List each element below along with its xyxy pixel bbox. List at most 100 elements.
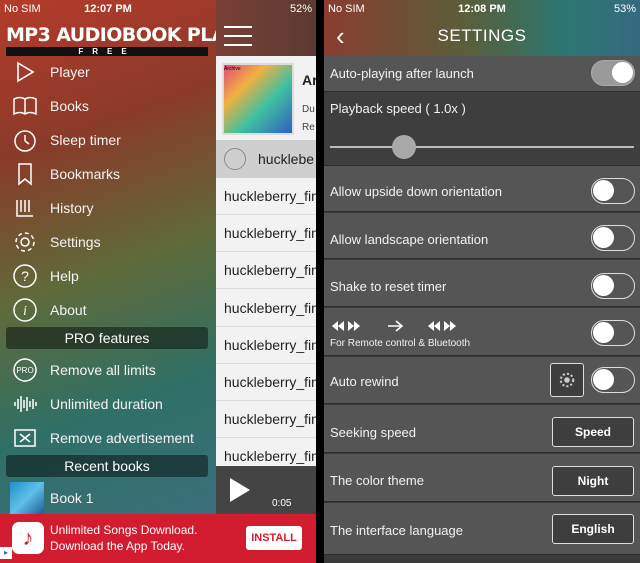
- setting-seeking-row: Seeking speed Speed: [324, 405, 640, 453]
- track-row[interactable]: huckleberry_fin: [216, 215, 316, 253]
- landscape-toggle[interactable]: [591, 225, 635, 251]
- menu-item-bookmarks[interactable]: Bookmarks: [8, 158, 208, 190]
- menu-item-label: Unlimited duration: [50, 396, 163, 412]
- app-logo-subtitle: FREE: [6, 47, 208, 56]
- interface-language-button[interactable]: English: [552, 514, 634, 544]
- setting-shake-row: Shake to reset timer: [324, 260, 640, 307]
- track-row[interactable]: huckleberry_fin: [216, 401, 316, 439]
- book-title: Ar: [302, 72, 316, 88]
- setting-label: Playback speed ( 1.0x ): [330, 101, 466, 116]
- speed-slider-track[interactable]: [330, 146, 634, 148]
- recent-book-item[interactable]: Book 1: [42, 482, 202, 514]
- menu-item-label: Remove all limits: [50, 362, 156, 378]
- music-app-icon: ♪: [12, 522, 44, 554]
- pro-features-header: PRO features: [6, 327, 208, 349]
- rewind-forward-arrow-icon: [332, 320, 456, 332]
- speed-slider-thumb[interactable]: [392, 135, 416, 159]
- setting-autoplay-row: Auto-playing after launch: [324, 56, 640, 92]
- app-logo-title: MP3 AUDIOBOOK PLAYER: [6, 24, 264, 46]
- setting-upside-down-row: Allow upside down orientation: [324, 166, 640, 212]
- page-title: SETTINGS: [437, 26, 527, 45]
- install-button[interactable]: INSTALL: [246, 526, 302, 550]
- setting-label: Seeking speed: [330, 425, 417, 440]
- timer-icon: [8, 126, 42, 154]
- setting-remote-row: For Remote control & Bluetooth: [324, 308, 640, 356]
- play-button-icon[interactable]: [230, 478, 250, 502]
- gear-icon: [8, 228, 42, 256]
- elapsed-time: 0:05: [272, 498, 292, 509]
- setting-label: The interface language: [330, 523, 463, 538]
- menu-item-label: Bookmarks: [50, 166, 121, 182]
- menu-item-history[interactable]: History: [8, 192, 208, 224]
- gear-icon: [559, 372, 575, 388]
- setting-auto-rewind-row: Auto rewind: [324, 357, 640, 404]
- right-phone-screen: No SIM 12:08 PM 53% ‹ SETTINGS Auto-play…: [324, 0, 640, 563]
- track-row[interactable]: huckleberry_fin: [216, 252, 316, 290]
- battery-label: 53%: [613, 3, 636, 15]
- svg-text:PRO: PRO: [16, 366, 33, 375]
- book-icon: [8, 92, 42, 120]
- mini-player: 0:05: [216, 466, 316, 514]
- play-icon: [8, 58, 42, 86]
- battery-label: 52%: [289, 3, 312, 15]
- setting-label: Allow landscape orientation: [330, 232, 489, 247]
- track-row[interactable]: huckleberry_fin: [216, 178, 316, 215]
- cover-tag: Archive: [224, 66, 241, 72]
- track-row[interactable]: huckleberry_fin: [216, 290, 316, 327]
- ad-line-1: Unlimited Songs Download.: [50, 523, 198, 537]
- svg-text:?: ?: [21, 268, 29, 284]
- info-icon: i: [8, 296, 42, 324]
- waveform-icon: [8, 390, 42, 418]
- remote-toggle[interactable]: [591, 320, 635, 346]
- book-track-list: 52% Archive Ar Du Re hucklebe huckleberr…: [216, 0, 316, 563]
- setting-label: Auto-playing after launch: [330, 66, 474, 81]
- menu-item-label: Help: [50, 268, 79, 284]
- menu-item-label: History: [50, 200, 94, 216]
- menu-item-label: Books: [50, 98, 89, 114]
- track-row[interactable]: huckleberry_fin: [216, 364, 316, 401]
- setting-label: Shake to reset timer: [330, 279, 447, 294]
- setting-landscape-row: Allow landscape orientation: [324, 213, 640, 259]
- setting-theme-row: The color theme Night: [324, 454, 640, 502]
- setting-speed-row: Playback speed ( 1.0x ): [324, 92, 640, 166]
- book-duration: Du: [302, 104, 315, 115]
- setting-label: Allow upside down orientation: [330, 184, 502, 199]
- help-icon: ?: [8, 262, 42, 290]
- setting-sublabel: For Remote control & Bluetooth: [330, 338, 471, 349]
- menu-item-remove-ads[interactable]: Remove advertisement: [8, 422, 208, 454]
- app-logo: MP3 AUDIOBOOK PLAYER FREE: [6, 24, 264, 56]
- recent-books-header: Recent books: [6, 455, 208, 477]
- svg-text:i: i: [23, 304, 27, 319]
- pro-icon: PRO: [8, 356, 42, 384]
- list-header: 52%: [216, 0, 316, 56]
- no-ads-icon: [8, 424, 42, 452]
- menu-item-settings[interactable]: Settings: [8, 226, 208, 258]
- clock: 12:07 PM: [84, 3, 132, 15]
- ad-banner[interactable]: ♪ Unlimited Songs Download. Download the…: [0, 514, 316, 563]
- auto-rewind-settings-button[interactable]: [550, 363, 584, 397]
- menu-item-books[interactable]: Books: [8, 90, 208, 122]
- left-phone-screen: No SIM 12:07 PM MP3 AUDIOBOOK PLAYER FRE…: [0, 0, 316, 563]
- menu-item-sleep-timer[interactable]: Sleep timer: [8, 124, 208, 156]
- seeking-speed-button[interactable]: Speed: [552, 417, 634, 447]
- menu-item-about[interactable]: i About: [8, 294, 208, 326]
- menu-item-label: Remove advertisement: [50, 430, 194, 446]
- setting-language-row: The interface language English: [324, 503, 640, 555]
- upside-down-toggle[interactable]: [591, 178, 635, 204]
- auto-rewind-toggle[interactable]: [591, 367, 635, 393]
- shake-toggle[interactable]: [591, 273, 635, 299]
- track-row[interactable]: huckleberry_fin: [216, 327, 316, 364]
- menu-item-player[interactable]: Player: [8, 56, 208, 88]
- menu-item-label: Sleep timer: [50, 132, 121, 148]
- ad-info-icon[interactable]: ▸: [0, 547, 12, 559]
- book-thumbnail: [10, 482, 44, 514]
- menu-item-unlimited-duration[interactable]: Unlimited duration: [8, 388, 208, 420]
- hamburger-menu-icon[interactable]: [224, 26, 252, 46]
- book-cover: [222, 63, 294, 135]
- menu-item-remove-limits[interactable]: PRO Remove all limits: [8, 354, 208, 386]
- current-track-row[interactable]: hucklebe: [216, 140, 316, 178]
- autoplay-toggle[interactable]: [591, 60, 635, 86]
- color-theme-button[interactable]: Night: [552, 466, 634, 496]
- menu-item-help[interactable]: ? Help: [8, 260, 208, 292]
- menu-item-label: About: [50, 302, 87, 318]
